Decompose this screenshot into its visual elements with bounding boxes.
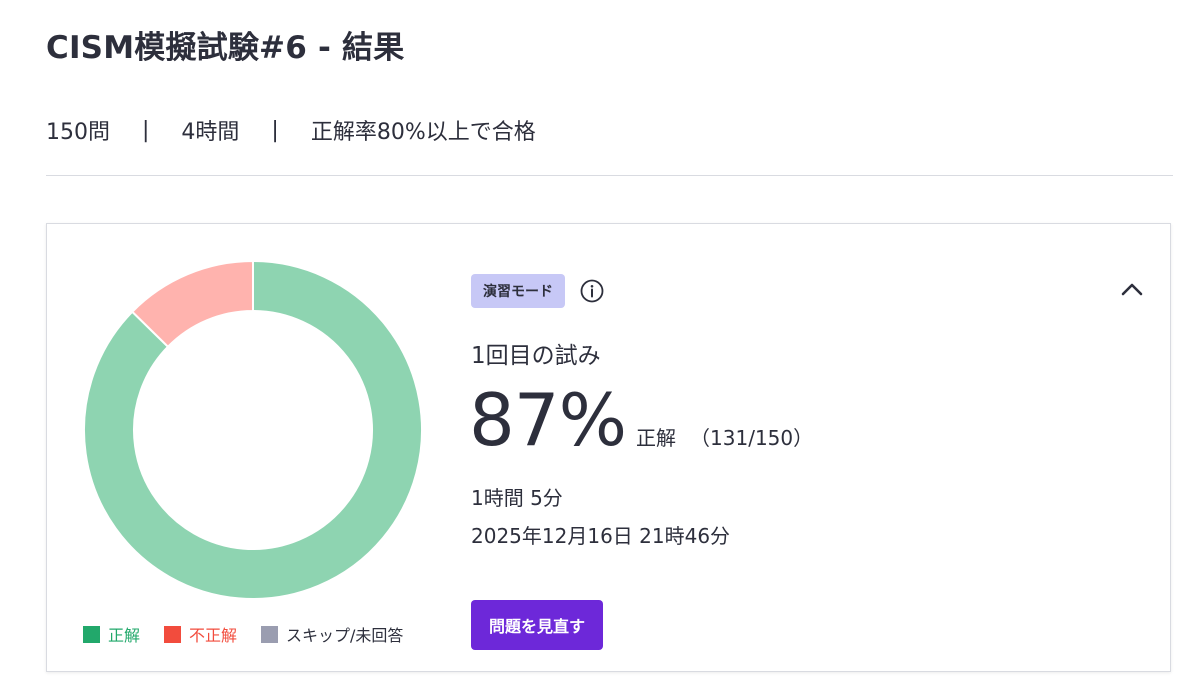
- score-count: （131/150）: [690, 426, 814, 450]
- mode-badge: 演習モード: [471, 274, 565, 308]
- results-page: CISM模擬試験#6 - 結果 150問 | 4時間 | 正解率80%以上で合格…: [0, 0, 1200, 695]
- legend-swatch: [83, 625, 100, 643]
- divider: [46, 175, 1173, 176]
- score-row: 87% 正解 （131/150）: [469, 384, 813, 456]
- legend-swatch: [261, 625, 279, 643]
- time-taken: 1時間 5分: [471, 486, 563, 510]
- completed-at: 2025年12月16日 21時46分: [471, 524, 731, 548]
- pass-rule: 正解率80%以上で合格: [310, 120, 536, 145]
- legend-item: スキップ/未回答: [261, 622, 403, 646]
- meta-separator: |: [142, 117, 150, 143]
- result-donut-chart: [83, 260, 423, 600]
- exam-meta: 150問 | 4時間 | 正解率80%以上で合格: [46, 114, 536, 146]
- legend-item: 不正解: [164, 622, 237, 646]
- legend-item: 正解: [83, 622, 140, 646]
- score-label: 正解: [636, 426, 677, 450]
- score-percent: 87%: [469, 378, 627, 462]
- info-icon[interactable]: [579, 278, 605, 304]
- meta-separator: |: [271, 117, 279, 143]
- attempt-label: 1回目の試み: [471, 343, 601, 369]
- result-card: 正解 不正解 スキップ/未回答 演習モード 1回目の試み 87% 正解 （131/1…: [46, 223, 1171, 672]
- review-questions-button[interactable]: 問題を見直す: [471, 600, 604, 650]
- legend-label: 正解: [108, 626, 141, 645]
- page-title: CISM模擬試験#6 - 結果: [46, 30, 405, 66]
- question-count: 150問: [46, 120, 110, 145]
- chevron-up-icon[interactable]: [1116, 274, 1148, 306]
- chart-legend: 正解 不正解 スキップ/未回答: [83, 622, 427, 646]
- legend-label: スキップ/未回答: [286, 626, 404, 645]
- mode-row: 演習モード: [471, 274, 605, 308]
- legend-label: 不正解: [189, 626, 238, 645]
- exam-duration: 4時間: [181, 120, 240, 145]
- legend-swatch: [164, 625, 182, 643]
